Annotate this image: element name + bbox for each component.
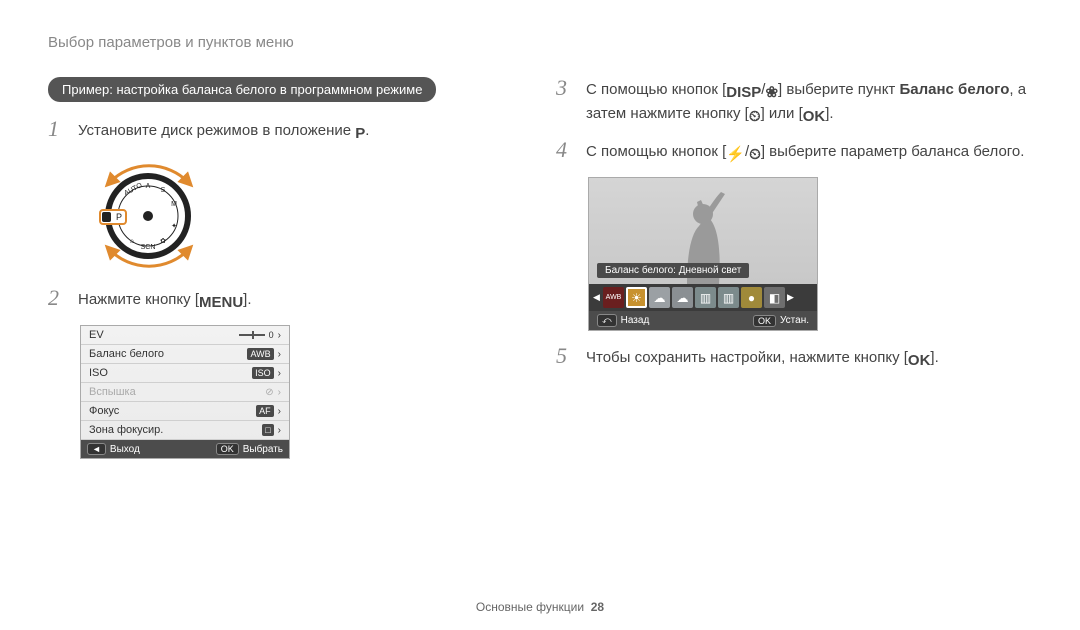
wb-chip-shade: ☁	[672, 287, 693, 308]
step-5: 5 Чтобы сохранить настройки, нажмите кно…	[556, 345, 1032, 371]
wb-chip-fluorescent-l: ▥	[718, 287, 739, 308]
step-3: 3 С помощью кнопок [DISP/❀] выберите пун…	[556, 77, 1032, 127]
chevron-right-icon: ▶	[787, 292, 795, 303]
menu-label: Вспышка	[89, 386, 136, 398]
preview-footer: ⤺ Назад OK Устан.	[589, 311, 817, 330]
step-number: 3	[556, 77, 574, 99]
wb-chip-tungsten: ●	[741, 287, 762, 308]
step-text: ] или [	[761, 105, 803, 122]
wb-chip-cloudy: ☁	[649, 287, 670, 308]
step-number: 5	[556, 345, 574, 367]
timer-icon: ⏲	[749, 106, 761, 127]
arrow-icon: ›	[278, 406, 281, 417]
svg-text:S: S	[161, 187, 166, 194]
disp-icon: DISP	[726, 82, 761, 103]
mode-p-icon: P	[355, 123, 365, 144]
arrow-icon: ›	[278, 330, 281, 341]
arrow-icon: ›	[278, 387, 281, 398]
ok-key-icon: OK	[216, 443, 239, 455]
step-text: ] выберите пункт	[778, 81, 899, 98]
menu-icon: MENU	[199, 292, 243, 313]
wb-chip-custom: ◧	[764, 287, 785, 308]
wb-chip-awb: AWB	[603, 287, 624, 308]
footer-section: Основные функции	[476, 600, 584, 614]
menu-label: ISO	[89, 367, 108, 379]
menu-label: Фокус	[89, 405, 119, 417]
step-text: Чтобы сохранить настройки, нажмите кнопк…	[586, 349, 908, 366]
example-pill: Пример: настройка баланса белого в прогр…	[48, 77, 436, 102]
footer-page-number: 28	[591, 600, 604, 614]
footer-label: Выбрать	[243, 444, 283, 455]
back-key-icon: ⤺	[597, 314, 617, 327]
step-text-bold: Баланс белого	[899, 81, 1009, 98]
step-number: 2	[48, 287, 66, 309]
menu-footer: ◄ Выход OK Выбрать	[81, 440, 289, 458]
svg-text:✦: ✦	[171, 222, 177, 230]
wb-mode-label: Баланс белого: Дневной свет	[597, 263, 749, 278]
focus-area-icon: □	[262, 424, 273, 436]
menu-row: Зона фокусир. □ ›	[81, 421, 289, 440]
step-number: 1	[48, 118, 66, 140]
menu-row: Баланс белого AWB ›	[81, 345, 289, 364]
step-text: С помощью кнопок [	[586, 81, 726, 98]
step-text: ] выберите параметр баланса белого.	[761, 143, 1025, 160]
step-text: Нажмите кнопку [	[78, 291, 199, 308]
menu-value: 0	[269, 330, 274, 340]
svg-text:✿: ✿	[160, 238, 166, 245]
step-text: .	[365, 122, 369, 139]
footer-label: Устан.	[780, 315, 809, 326]
footer-label: Назад	[621, 315, 650, 326]
menu-label: Зона фокусир.	[89, 424, 163, 436]
menu-row: EV 0 ›	[81, 326, 289, 345]
page-footer: Основные функции 28	[0, 600, 1080, 614]
step-1: 1 Установите диск режимов в положение P.	[48, 118, 508, 144]
wb-preview-screenshot: Баланс белого: Дневной свет ◀ AWB ☀ ☁ ☁ …	[588, 177, 818, 331]
svg-text:SCN: SCN	[141, 244, 156, 251]
svg-text:P: P	[116, 212, 122, 222]
arrow-icon: ›	[278, 349, 281, 360]
wb-chip-daylight: ☀	[626, 287, 647, 308]
af-icon: AF	[256, 405, 274, 417]
wb-chip-fluorescent-h: ▥	[695, 287, 716, 308]
step-text: С помощью кнопок [	[586, 143, 726, 160]
mode-dial-figure: A S M ✦ ✿ SCN ⌂ AUTO P	[70, 156, 508, 279]
step-4: 4 С помощью кнопок [⚡/⏲] выберите параме…	[556, 139, 1032, 165]
menu-row: Вспышка ⊘ ›	[81, 383, 289, 402]
menu-row: ISO ISO ›	[81, 364, 289, 383]
page-header: Выбор параметров и пунктов меню	[48, 34, 1032, 51]
ok-icon: OK	[803, 106, 826, 127]
awb-icon: AWB	[247, 348, 273, 360]
menu-screenshot: EV 0 › Баланс белого AWB › ISO	[80, 325, 290, 459]
chevron-left-icon: ◀	[593, 292, 601, 303]
wb-option-strip: ◀ AWB ☀ ☁ ☁ ▥ ▥ ● ◧ ▶	[589, 284, 817, 311]
menu-label: EV	[89, 329, 104, 341]
timer-icon: ⏲	[749, 144, 761, 165]
arrow-icon: ›	[278, 425, 281, 436]
step-text: ].	[930, 349, 938, 366]
arrow-icon: ›	[278, 368, 281, 379]
menu-label: Баланс белого	[89, 348, 164, 360]
flash-icon: ⚡	[726, 144, 745, 165]
iso-icon: ISO	[252, 367, 274, 379]
back-key-icon: ◄	[87, 443, 106, 455]
svg-text:M: M	[171, 201, 177, 208]
step-text: Установите диск режимов в положение	[78, 122, 355, 139]
svg-text:⌂: ⌂	[130, 238, 134, 245]
step-text: ].	[243, 291, 251, 308]
macro-icon: ❀	[765, 82, 778, 103]
step-text: ].	[825, 105, 833, 122]
ok-key-icon: OK	[753, 315, 776, 327]
disabled-icon: ⊘	[265, 387, 273, 398]
footer-label: Выход	[110, 444, 140, 455]
menu-row: Фокус AF ›	[81, 402, 289, 421]
step-number: 4	[556, 139, 574, 161]
svg-text:A: A	[146, 183, 151, 190]
step-2: 2 Нажмите кнопку [MENU].	[48, 287, 508, 313]
ok-icon: OK	[908, 350, 931, 371]
